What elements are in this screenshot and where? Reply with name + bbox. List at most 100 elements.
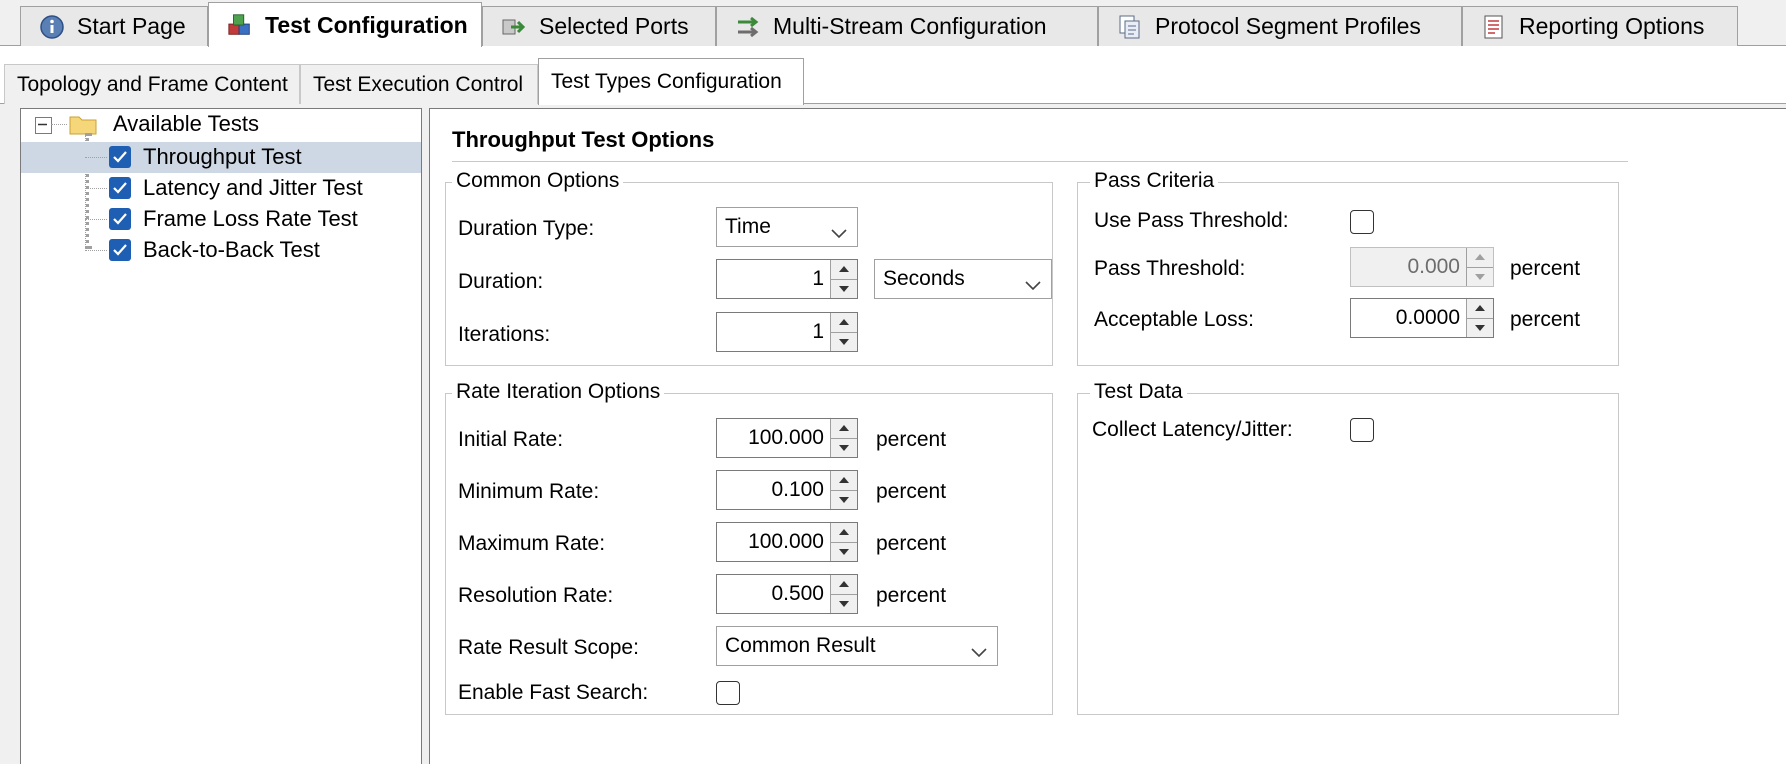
resolution-rate-spinner[interactable] (830, 575, 857, 613)
rate-result-scope-select[interactable]: Common Result (716, 626, 998, 666)
iterations-input[interactable]: 1 (716, 312, 858, 352)
tab-label: Protocol Segment Profiles (1155, 13, 1421, 39)
acceptable-loss-label: Acceptable Loss: (1094, 308, 1254, 331)
resolution-rate-unit: percent (876, 584, 947, 607)
spin-down-icon[interactable] (831, 594, 857, 613)
spin-up-icon[interactable] (831, 575, 857, 595)
collect-latency-jitter-label: Collect Latency/Jitter: (1092, 418, 1293, 441)
enable-fast-search-checkbox[interactable] (716, 681, 740, 705)
tab-selected-ports[interactable]: Selected Ports (482, 6, 716, 46)
spin-down-icon[interactable] (1467, 318, 1493, 337)
tab-topology-frame-content[interactable]: Topology and Frame Content (4, 64, 300, 104)
resolution-rate-input[interactable]: 0.500 (716, 574, 858, 614)
iterations-spinner[interactable] (830, 313, 857, 351)
tree-item-frame-loss[interactable]: Frame Loss Rate Test (21, 204, 421, 235)
duration-input[interactable]: 1 (716, 259, 858, 299)
spin-up-icon[interactable] (1467, 248, 1493, 268)
checkbox-checked-icon[interactable] (109, 239, 131, 261)
tree-item-label: Back-to-Back Test (143, 237, 320, 262)
tree-item-latency-jitter[interactable]: Latency and Jitter Test (21, 173, 421, 204)
tab-label: Test Types Configuration (551, 70, 782, 93)
minimum-rate-unit: percent (876, 480, 947, 503)
spin-up-icon[interactable] (831, 313, 857, 333)
spin-up-icon[interactable] (831, 523, 857, 543)
group-title: Rate Iteration Options (452, 380, 665, 404)
tab-label: Multi-Stream Configuration (773, 13, 1047, 39)
initial-rate-value: 100.000 (748, 426, 824, 449)
panel-title: Throughput Test Options (452, 127, 715, 152)
duration-value: 1 (812, 267, 824, 290)
chevron-down-icon (971, 640, 987, 664)
duration-type-select[interactable]: Time (716, 207, 858, 247)
collect-latency-jitter-checkbox[interactable] (1350, 418, 1374, 442)
pass-threshold-value: 0.000 (1407, 255, 1460, 278)
collapse-icon[interactable] (35, 117, 52, 134)
report-icon (1481, 14, 1507, 40)
tab-label: Start Page (77, 13, 186, 39)
use-pass-threshold-checkbox[interactable] (1350, 210, 1374, 234)
tree-item-throughput[interactable]: Throughput Test (21, 142, 421, 173)
duration-type-value: Time (725, 215, 771, 238)
duration-unit-value: Seconds (883, 267, 965, 290)
spin-down-icon[interactable] (1467, 267, 1493, 286)
checkbox-checked-icon[interactable] (109, 146, 131, 168)
tab-protocol-segment-profiles[interactable]: Protocol Segment Profiles (1098, 6, 1462, 46)
title-divider (452, 161, 1628, 162)
rate-iteration-group: Rate Iteration Options Initial Rate: 100… (445, 380, 1053, 715)
initial-rate-unit: percent (876, 428, 947, 451)
pass-threshold-input[interactable]: 0.000 (1350, 247, 1494, 287)
resolution-rate-label: Resolution Rate: (458, 584, 614, 607)
spin-down-icon[interactable] (831, 438, 857, 457)
tab-test-types-configuration[interactable]: Test Types Configuration (538, 58, 804, 105)
duration-unit-select[interactable]: Seconds (874, 259, 1052, 299)
tab-multi-stream-configuration[interactable]: Multi-Stream Configuration (716, 6, 1098, 46)
spin-down-icon[interactable] (831, 279, 857, 298)
spin-up-icon[interactable] (1467, 299, 1493, 319)
chevron-down-icon (831, 221, 847, 245)
initial-rate-label: Initial Rate: (458, 428, 564, 451)
pass-threshold-label: Pass Threshold: (1094, 257, 1246, 280)
test-options-panel: Throughput Test Options Common Options D… (429, 108, 1786, 764)
pass-threshold-spinner[interactable] (1466, 248, 1493, 286)
spin-down-icon[interactable] (831, 542, 857, 561)
spin-down-icon[interactable] (831, 490, 857, 509)
tree-item-label: Frame Loss Rate Test (143, 206, 358, 231)
group-title: Common Options (452, 169, 624, 193)
duration-spinner[interactable] (830, 260, 857, 298)
pass-criteria-group: Pass Criteria Use Pass Threshold: Pass T… (1077, 169, 1619, 366)
maximum-rate-value: 100.000 (748, 530, 824, 553)
tab-test-execution-control[interactable]: Test Execution Control (300, 64, 538, 104)
spin-up-icon[interactable] (831, 419, 857, 439)
multi-stream-icon (735, 14, 761, 40)
folder-icon (69, 112, 97, 142)
main-tab-bar: Start Page Test Configuration Selected P… (0, 0, 1786, 47)
sub-tab-bar: Topology and Frame Content Test Executio… (0, 46, 1786, 105)
spin-up-icon[interactable] (831, 260, 857, 280)
spin-up-icon[interactable] (831, 471, 857, 491)
maximum-rate-input[interactable]: 100.000 (716, 522, 858, 562)
enable-fast-search-label: Enable Fast Search: (458, 681, 649, 704)
initial-rate-spinner[interactable] (830, 419, 857, 457)
rate-result-scope-label: Rate Result Scope: (458, 636, 639, 659)
iterations-value: 1 (812, 320, 824, 343)
tree-item-back-to-back[interactable]: Back-to-Back Test (21, 235, 421, 266)
iterations-label: Iterations: (458, 323, 551, 346)
cube-config-icon (227, 12, 253, 38)
tab-reporting-options[interactable]: Reporting Options (1462, 6, 1738, 46)
tab-label: Test Configuration (265, 11, 468, 38)
chevron-down-icon (1025, 273, 1041, 297)
minimum-rate-input[interactable]: 0.100 (716, 470, 858, 510)
acceptable-loss-input[interactable]: 0.0000 (1350, 298, 1494, 338)
port-arrow-icon (501, 14, 527, 40)
tab-test-configuration[interactable]: Test Configuration (208, 2, 482, 47)
initial-rate-input[interactable]: 100.000 (716, 418, 858, 458)
tab-label: Selected Ports (539, 13, 689, 39)
acceptable-loss-spinner[interactable] (1466, 299, 1493, 337)
spin-down-icon[interactable] (831, 332, 857, 351)
checkbox-checked-icon[interactable] (109, 177, 131, 199)
pass-threshold-unit: percent (1510, 257, 1581, 280)
tab-start-page[interactable]: Start Page (20, 6, 208, 46)
maximum-rate-spinner[interactable] (830, 523, 857, 561)
minimum-rate-spinner[interactable] (830, 471, 857, 509)
checkbox-checked-icon[interactable] (109, 208, 131, 230)
